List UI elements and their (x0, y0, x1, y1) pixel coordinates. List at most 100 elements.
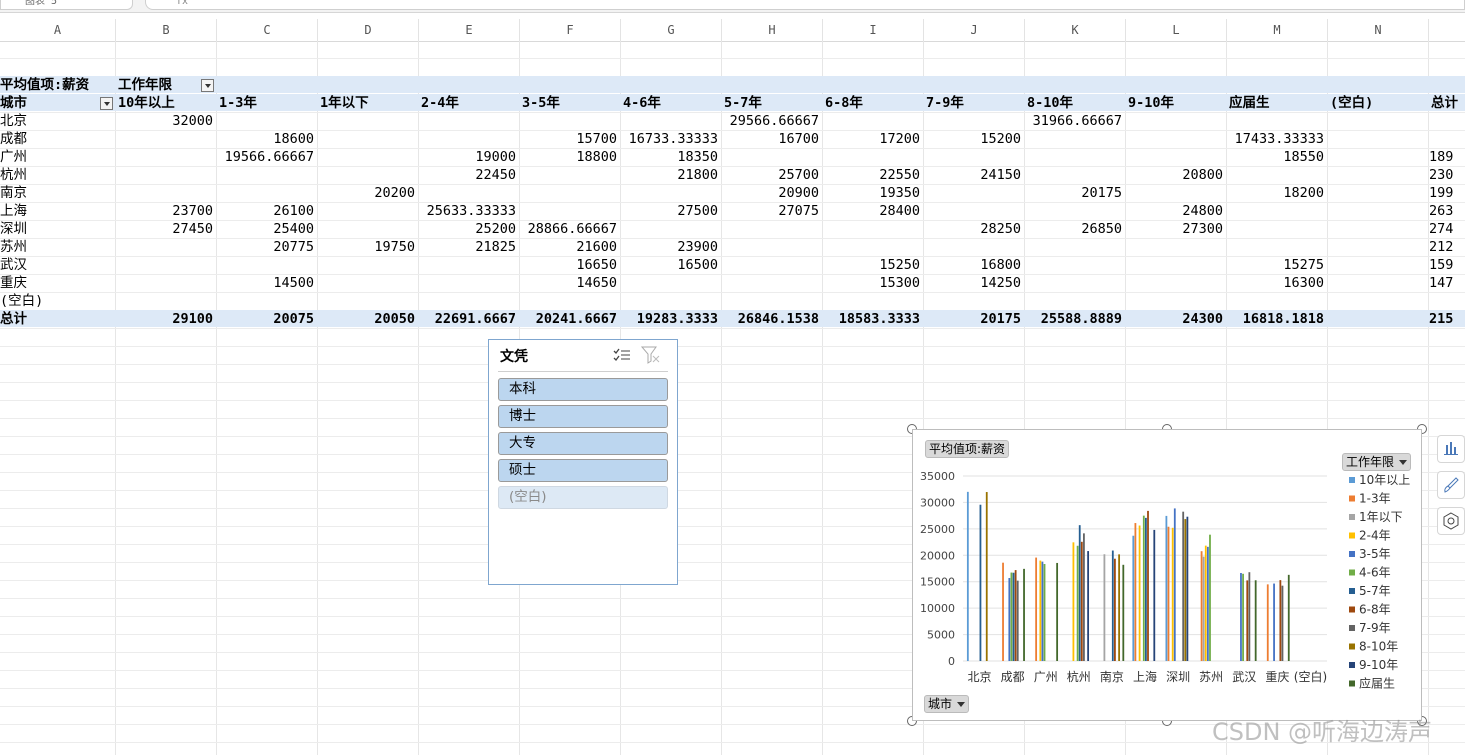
pivot-value-cell[interactable]: 31966.66667 (1025, 112, 1122, 130)
pivot-value-cell[interactable]: 27450 (116, 220, 213, 238)
pivot-value-cell[interactable]: 189 (1429, 148, 1453, 166)
pivot-value-cell[interactable]: 16733.33333 (621, 130, 718, 148)
pivot-value-cell[interactable]: 21800 (621, 166, 718, 184)
pivot-value-cell[interactable]: 15700 (520, 130, 617, 148)
pivot-value-cell[interactable]: 19350 (823, 184, 920, 202)
pivot-value-cell[interactable]: 22550 (823, 166, 920, 184)
column-header[interactable]: C (217, 19, 318, 41)
slicer-item[interactable]: 大专 (498, 432, 668, 455)
column-header[interactable]: F (520, 19, 621, 41)
pivot-value-cell[interactable]: 25400 (217, 220, 314, 238)
col-field-dropdown-icon[interactable] (201, 79, 214, 92)
bar[interactable] (1035, 557, 1038, 661)
pivot-value-cell[interactable]: 25633.33333 (419, 202, 516, 220)
bar[interactable] (1254, 580, 1257, 661)
chart-filters-button[interactable] (1437, 507, 1465, 535)
pivot-value-cell[interactable]: 18550 (1227, 148, 1324, 166)
bar[interactable] (979, 504, 982, 661)
pivot-value-cell[interactable]: 212 (1429, 238, 1453, 256)
pivot-value-cell[interactable]: 19750 (318, 238, 415, 256)
pivot-value-cell[interactable]: 20175 (1025, 184, 1122, 202)
column-header[interactable]: B (116, 19, 217, 41)
bar[interactable] (966, 491, 969, 661)
pivot-value-cell[interactable]: 24800 (1126, 202, 1223, 220)
pivot-value-cell[interactable]: 25200 (419, 220, 516, 238)
row-field-dropdown-icon[interactable] (100, 97, 113, 110)
multi-select-icon[interactable] (613, 347, 631, 363)
column-header[interactable]: J (924, 19, 1025, 41)
column-header[interactable]: A (0, 19, 116, 41)
formula-input[interactable]: fx (145, 0, 1465, 10)
bar[interactable] (1008, 578, 1011, 661)
bar[interactable] (1016, 580, 1019, 661)
pivot-value-cell[interactable]: 20775 (217, 238, 314, 256)
slicer-item[interactable]: 博士 (498, 405, 668, 428)
pivot-value-cell[interactable]: 19566.66667 (217, 148, 314, 166)
bar[interactable] (1153, 529, 1156, 661)
pivot-value-cell[interactable]: 20900 (722, 184, 819, 202)
pivot-value-cell[interactable]: 15300 (823, 274, 920, 292)
pivot-value-cell[interactable]: 24150 (924, 166, 1021, 184)
bar[interactable] (1167, 526, 1170, 661)
column-header[interactable]: E (419, 19, 520, 41)
pivot-value-cell[interactable]: 23900 (621, 238, 718, 256)
bar[interactable] (1147, 510, 1149, 661)
pivot-value-cell[interactable]: 14500 (217, 274, 314, 292)
bar[interactable] (1287, 574, 1290, 661)
bar[interactable] (1202, 556, 1205, 661)
column-header[interactable]: L (1126, 19, 1227, 41)
bar[interactable] (1056, 562, 1059, 661)
pivot-value-cell[interactable]: 15250 (823, 256, 920, 274)
bar[interactable] (1072, 542, 1075, 661)
slicer-item[interactable]: 本科 (498, 378, 668, 401)
bar[interactable] (1273, 583, 1275, 661)
bar[interactable] (1087, 551, 1090, 661)
pivot-value-cell[interactable]: 15275 (1227, 256, 1324, 274)
bar[interactable] (1078, 525, 1081, 661)
bar[interactable] (1171, 527, 1174, 661)
pivot-value-cell[interactable]: 28400 (823, 202, 920, 220)
pivot-value-cell[interactable]: 274 (1429, 220, 1453, 238)
pivot-value-cell[interactable]: 16500 (621, 256, 718, 274)
slicer-item[interactable]: (空白) (498, 486, 668, 509)
pivot-value-cell[interactable]: 159 (1429, 256, 1453, 274)
pivot-value-cell[interactable]: 18350 (621, 148, 718, 166)
bar[interactable] (1118, 554, 1121, 661)
bar[interactable] (1041, 561, 1044, 661)
pivot-value-cell[interactable]: 28250 (924, 220, 1021, 238)
bar[interactable] (985, 492, 988, 661)
bar[interactable] (1209, 534, 1211, 661)
bar[interactable] (1076, 545, 1079, 661)
pivot-value-cell[interactable]: 16300 (1227, 274, 1324, 292)
column-header[interactable]: M (1227, 19, 1328, 41)
bar[interactable] (1200, 551, 1203, 661)
name-box[interactable]: 图表 5 (0, 0, 133, 10)
bar[interactable] (1186, 516, 1189, 661)
pivot-value-cell[interactable]: 20200 (318, 184, 415, 202)
pivot-value-cell[interactable]: 14650 (520, 274, 617, 292)
bar[interactable] (1142, 515, 1145, 661)
pivot-value-cell[interactable]: 25700 (722, 166, 819, 184)
pivot-value-cell[interactable]: 28866.66667 (520, 220, 617, 238)
pivot-value-cell[interactable]: 27500 (621, 202, 718, 220)
pivot-value-cell[interactable]: 147 (1429, 274, 1453, 292)
pivot-value-cell[interactable]: 230 (1429, 166, 1453, 184)
pivot-value-cell[interactable]: 17433.33333 (1227, 130, 1324, 148)
bar[interactable] (1080, 541, 1083, 661)
pivot-value-cell[interactable]: 14250 (924, 274, 1021, 292)
bar[interactable] (1173, 508, 1176, 661)
bar[interactable] (1134, 523, 1137, 661)
column-header[interactable]: K (1025, 19, 1126, 41)
pivot-value-cell[interactable]: 19000 (419, 148, 516, 166)
bar[interactable] (1023, 568, 1025, 661)
bar[interactable] (1103, 554, 1106, 661)
bar[interactable] (1114, 558, 1116, 661)
bar[interactable] (1122, 564, 1125, 661)
pivot-value-cell[interactable]: 27300 (1126, 220, 1223, 238)
chart-elements-button[interactable] (1437, 435, 1465, 463)
column-header[interactable]: I (823, 19, 924, 41)
bar[interactable] (1165, 515, 1168, 661)
pivot-value-cell[interactable]: 199 (1429, 184, 1453, 202)
pivot-value-cell[interactable]: 21600 (520, 238, 617, 256)
pivot-value-cell[interactable]: 22450 (419, 166, 516, 184)
